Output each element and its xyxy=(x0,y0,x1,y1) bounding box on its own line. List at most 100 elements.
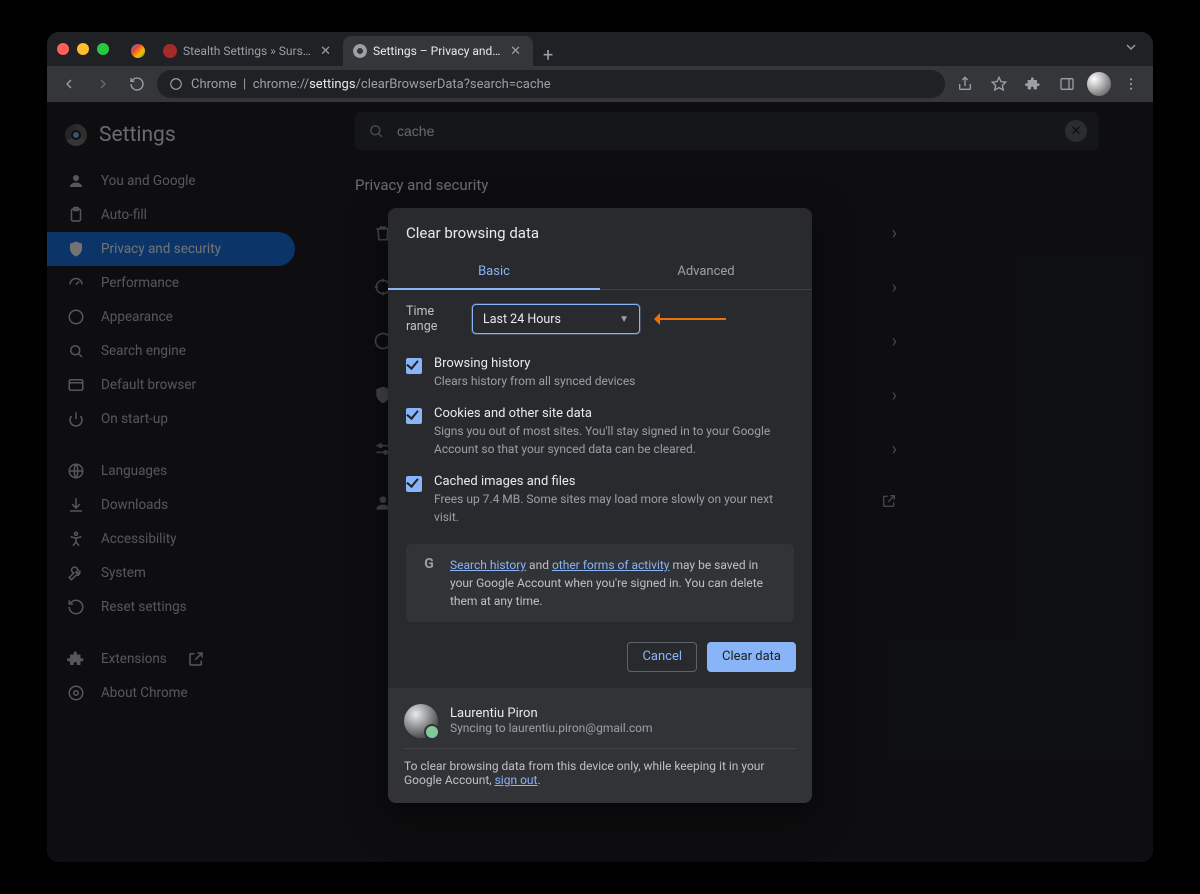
sidebar-item-you-and-google[interactable]: You and Google xyxy=(47,164,295,198)
globe-icon xyxy=(67,462,85,480)
clear-data-button[interactable]: Clear data xyxy=(707,642,796,672)
time-range-row: Time range Last 24 Hours ▼ xyxy=(406,304,794,334)
sidebar-item-label: System xyxy=(101,565,146,581)
maximize-window[interactable] xyxy=(97,43,109,55)
profile-avatar[interactable] xyxy=(1087,72,1111,96)
sidebar-item-system[interactable]: System xyxy=(47,556,295,590)
option-cached[interactable]: Cached images and files Frees up 7.4 MB.… xyxy=(406,466,794,534)
close-tab-icon[interactable]: ✕ xyxy=(508,44,523,59)
sidebar-item-label: Performance xyxy=(101,275,179,291)
checkbox-checked[interactable] xyxy=(406,476,422,492)
sidebar-item-label: Appearance xyxy=(101,309,173,325)
app-header: Settings xyxy=(47,110,307,164)
sidebar-item-performance[interactable]: Performance xyxy=(47,266,295,300)
clipboard-icon xyxy=(67,206,85,224)
link-other-activity[interactable]: other forms of activity xyxy=(552,558,670,572)
download-icon xyxy=(67,496,85,514)
window-controls xyxy=(57,43,109,55)
sidebar-item-label: Default browser xyxy=(101,377,196,393)
chevron-right-icon: › xyxy=(892,385,897,406)
option-cookies[interactable]: Cookies and other site data Signs you ou… xyxy=(406,398,794,466)
settings-page: Settings You and Google Auto-fill Privac… xyxy=(47,102,1153,862)
time-range-select[interactable]: Last 24 Hours ▼ xyxy=(472,304,640,334)
chrome-logo-icon xyxy=(65,124,87,146)
sidebar-item-label: Privacy and security xyxy=(101,241,221,257)
sidebar-item-on-startup[interactable]: On start-up xyxy=(47,402,295,436)
forward-button[interactable] xyxy=(89,70,117,98)
option-desc: Clears history from all synced devices xyxy=(434,373,635,390)
search-icon xyxy=(367,122,385,140)
chevron-right-icon: › xyxy=(892,439,897,460)
power-icon xyxy=(67,410,85,428)
sidebar-item-label: Extensions xyxy=(101,651,167,667)
share-icon[interactable] xyxy=(951,70,979,98)
browser-window: Stealth Settings » Sursa de tut ✕ Settin… xyxy=(47,32,1153,862)
omnibox[interactable]: Chrome | chrome://settings/clearBrowserD… xyxy=(157,70,945,98)
sidebar-item-default-browser[interactable]: Default browser xyxy=(47,368,295,402)
speedometer-icon xyxy=(67,274,85,292)
sidebar-item-label: On start-up xyxy=(101,411,168,427)
close-tab-icon[interactable]: ✕ xyxy=(318,44,333,59)
tab-settings-privacy[interactable]: Settings – Privacy and security ✕ xyxy=(343,36,533,66)
time-range-value: Last 24 Hours xyxy=(483,312,561,327)
restore-icon xyxy=(67,598,85,616)
sidebar-item-appearance[interactable]: Appearance xyxy=(47,300,295,334)
extensions-icon[interactable] xyxy=(1019,70,1047,98)
wrench-icon xyxy=(67,564,85,582)
sidebar-item-privacy[interactable]: Privacy and security xyxy=(47,232,295,266)
menu-icon[interactable] xyxy=(1117,70,1145,98)
tab-basic[interactable]: Basic xyxy=(388,254,600,289)
reload-button[interactable] xyxy=(123,70,151,98)
omnibox-text: Chrome | chrome://settings/clearBrowserD… xyxy=(191,77,551,92)
search-icon xyxy=(67,342,85,360)
dialog-footer: Laurentiu Piron Syncing to laurentiu.pir… xyxy=(388,688,812,803)
sidebar-item-about[interactable]: About Chrome xyxy=(47,676,295,710)
sidebar-item-languages[interactable]: Languages xyxy=(47,454,295,488)
checkbox-checked[interactable] xyxy=(406,358,422,374)
bookmark-icon[interactable] xyxy=(985,70,1013,98)
tab-stealth-settings[interactable]: Stealth Settings » Sursa de tut ✕ xyxy=(153,36,343,66)
chrome-icon xyxy=(67,684,85,702)
sidebar-item-accessibility[interactable]: Accessibility xyxy=(47,522,295,556)
sidebar-item-extensions[interactable]: Extensions xyxy=(47,642,295,676)
time-range-label: Time range xyxy=(406,304,462,334)
sidebar-item-label: You and Google xyxy=(101,173,196,189)
settings-search-input[interactable] xyxy=(397,123,1053,139)
option-browsing-history[interactable]: Browsing history Clears history from all… xyxy=(406,348,794,398)
cancel-button[interactable]: Cancel xyxy=(627,642,697,672)
minimize-window[interactable] xyxy=(77,43,89,55)
link-sign-out[interactable]: sign out xyxy=(495,773,538,787)
link-search-history[interactable]: Search history xyxy=(450,558,526,572)
sidebar-item-autofill[interactable]: Auto-fill xyxy=(47,198,295,232)
dialog-actions: Cancel Clear data xyxy=(388,628,812,688)
tab-advanced[interactable]: Advanced xyxy=(600,254,812,289)
sidebar-item-reset[interactable]: Reset settings xyxy=(47,590,295,624)
checkbox-checked[interactable] xyxy=(406,408,422,424)
option-title: Cookies and other site data xyxy=(434,406,794,421)
back-button[interactable] xyxy=(55,70,83,98)
new-tab-button[interactable]: + xyxy=(533,45,563,66)
close-window[interactable] xyxy=(57,43,69,55)
sidepanel-icon[interactable] xyxy=(1053,70,1081,98)
person-icon xyxy=(67,172,85,190)
chevron-right-icon: › xyxy=(892,331,897,352)
clear-data-dialog: Clear browsing data Basic Advanced Time … xyxy=(388,208,812,803)
profile-row: Laurentiu Piron Syncing to laurentiu.pir… xyxy=(404,700,796,749)
sidebar-item-search-engine[interactable]: Search engine xyxy=(47,334,295,368)
sidebar-item-label: Auto-fill xyxy=(101,207,147,223)
sidebar-item-label: Languages xyxy=(101,463,167,479)
settings-search[interactable]: ✕ xyxy=(355,112,1099,150)
chevron-right-icon: › xyxy=(892,277,897,298)
footer-text: To clear browsing data from this device … xyxy=(404,759,796,787)
tab-overflow-icon[interactable] xyxy=(1123,39,1153,59)
sidebar-item-downloads[interactable]: Downloads xyxy=(47,488,295,522)
clear-search-icon[interactable]: ✕ xyxy=(1065,120,1087,142)
dialog-body: Time range Last 24 Hours ▼ Browsing hist… xyxy=(388,290,812,628)
tab-label: Settings – Privacy and security xyxy=(373,44,502,58)
palette-icon xyxy=(67,308,85,326)
profile-avatar xyxy=(404,704,438,738)
favicon-icon xyxy=(131,44,145,58)
gear-icon xyxy=(353,44,367,58)
sidebar-item-label: Reset settings xyxy=(101,599,187,615)
tab-inactive-favicon[interactable] xyxy=(125,36,153,66)
